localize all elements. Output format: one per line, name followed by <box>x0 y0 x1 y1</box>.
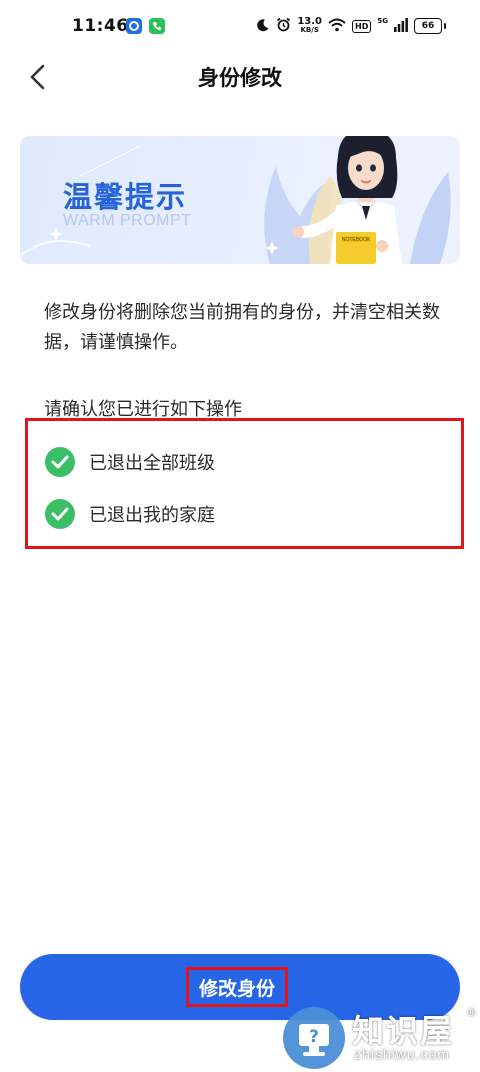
wifi-icon <box>328 18 346 35</box>
status-bar: 11:46 13.0 KB/S HD 5G 66 <box>0 0 480 52</box>
battery-level: 66 <box>421 21 435 31</box>
hd-badge: HD <box>352 19 372 33</box>
check-circle-icon <box>45 499 75 529</box>
submit-label-highlight: 修改身份 <box>186 967 288 1007</box>
checklist-label: 已退出全部班级 <box>89 453 215 474</box>
checklist-item: 已退出我的家庭 <box>45 499 215 529</box>
notebook-label: NOTEBOOK <box>342 237 371 243</box>
status-time: 11:46 <box>72 16 129 36</box>
checklist-highlight <box>25 418 464 549</box>
app-blue-icon <box>126 18 142 34</box>
battery-icon: 66 <box>414 18 446 34</box>
net-speed-value: 13.0 <box>297 16 323 27</box>
svg-text:?: ? <box>309 1027 319 1047</box>
page-title: 身份修改 <box>198 66 282 90</box>
net-speed: 13.0 KB/S <box>297 17 322 35</box>
watermark-domain: zhishiwu.com <box>354 1046 451 1062</box>
header: 身份修改 <box>0 52 480 102</box>
banner-subtitle: WARM PROMPT <box>63 212 192 229</box>
checklist-label: 已退出我的家庭 <box>89 505 215 526</box>
warm-prompt-banner: NOTEBOOK 温馨提示 WARM PROMPT <box>20 136 460 264</box>
banner-title: 温馨提示 <box>63 180 188 214</box>
watermark-registered: ® <box>466 1006 477 1019</box>
signal-icon <box>394 17 408 35</box>
check-circle-icon <box>45 447 75 477</box>
notice-text: 修改身份将删除您当前拥有的身份，并清空相关数据，请谨慎操作。 <box>44 302 440 353</box>
network-type: 5G <box>377 17 388 25</box>
checklist-item: 已退出全部班级 <box>45 447 215 477</box>
app-green-phone-icon <box>149 18 165 34</box>
moon-icon <box>256 18 270 35</box>
watermark-logo-icon: ? <box>283 1007 345 1069</box>
status-right: 13.0 KB/S HD 5G 66 <box>256 14 446 38</box>
net-speed-unit: KB/S <box>300 26 319 34</box>
alarm-icon <box>276 17 291 35</box>
modify-identity-label: 修改身份 <box>198 977 275 1000</box>
